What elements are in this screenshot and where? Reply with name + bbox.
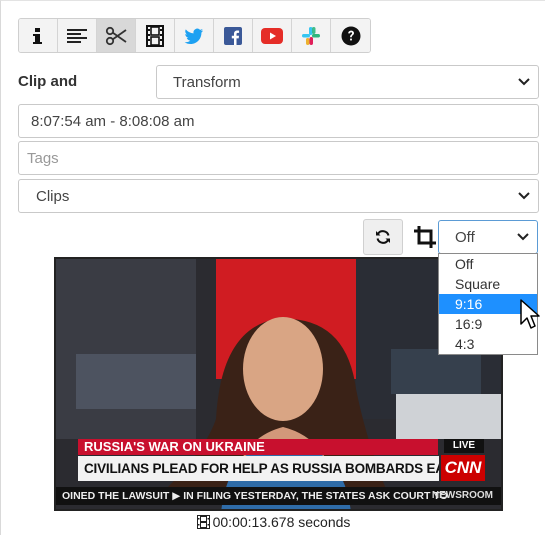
help-button[interactable]	[331, 19, 370, 52]
aspect-ratio-value: Off	[455, 228, 475, 246]
help-icon	[341, 26, 360, 45]
refresh-icon	[376, 230, 390, 244]
video-preview[interactable]: RUSSIA'S WAR ON UKRAINE CIVILIANS PLEAD …	[54, 257, 503, 511]
option-4-3[interactable]: 4:3	[439, 334, 537, 354]
aspect-ratio-select[interactable]: Off	[438, 220, 538, 254]
chevron-down-icon	[518, 192, 530, 200]
mouse-cursor-icon	[520, 299, 540, 329]
film-button[interactable]	[136, 19, 175, 52]
film-icon	[196, 515, 210, 529]
crop-icon	[414, 226, 436, 248]
scissors-button[interactable]	[97, 19, 136, 52]
slack-icon	[302, 26, 320, 45]
twitter-icon	[184, 28, 203, 44]
twitter-button[interactable]	[175, 19, 214, 52]
tags-input[interactable]: Tags	[18, 141, 539, 175]
clip-label: Clip and	[18, 73, 78, 90]
facebook-button[interactable]	[214, 19, 253, 52]
live-badge: LIVE	[444, 439, 484, 453]
chevron-down-icon	[518, 78, 530, 86]
time-range-field[interactable]: 8:07:54 am - 8:08:08 am	[18, 104, 539, 138]
align-left-icon	[67, 28, 87, 43]
tags-placeholder: Tags	[27, 149, 59, 167]
time-range-value: 8:07:54 am - 8:08:08 am	[31, 112, 195, 130]
toolbar	[18, 18, 371, 53]
film-icon	[146, 24, 164, 47]
align-left-button[interactable]	[58, 19, 97, 52]
youtube-button[interactable]	[253, 19, 292, 52]
show-name: NEWSROOM	[431, 490, 493, 501]
clip-editor-panel: Clip and Transform 8:07:54 am - 8:08:08 …	[0, 0, 545, 535]
transform-select[interactable]: Transform	[156, 65, 539, 99]
clips-select[interactable]: Clips	[18, 179, 539, 213]
option-off[interactable]: Off	[439, 254, 537, 274]
news-headline: CIVILIANS PLEAD FOR HELP AS RUSSIA BOMBA…	[78, 456, 439, 481]
facebook-icon	[224, 26, 242, 45]
clips-select-value: Clips	[36, 187, 70, 205]
transform-select-value: Transform	[173, 73, 241, 91]
scissors-icon	[105, 26, 127, 45]
refresh-button[interactable]	[363, 219, 403, 255]
news-banner: RUSSIA'S WAR ON UKRAINE	[78, 439, 438, 455]
option-square[interactable]: Square	[439, 274, 537, 294]
chevron-down-icon	[517, 233, 529, 241]
info-icon	[33, 27, 42, 44]
info-button[interactable]	[19, 19, 58, 52]
clip-duration-value: 00:00:13.678 seconds	[212, 514, 351, 530]
slack-button[interactable]	[292, 19, 331, 52]
youtube-icon	[261, 27, 283, 44]
network-logo: CNN	[441, 455, 485, 481]
clip-duration: 00:00:13.678 seconds	[1, 514, 545, 530]
